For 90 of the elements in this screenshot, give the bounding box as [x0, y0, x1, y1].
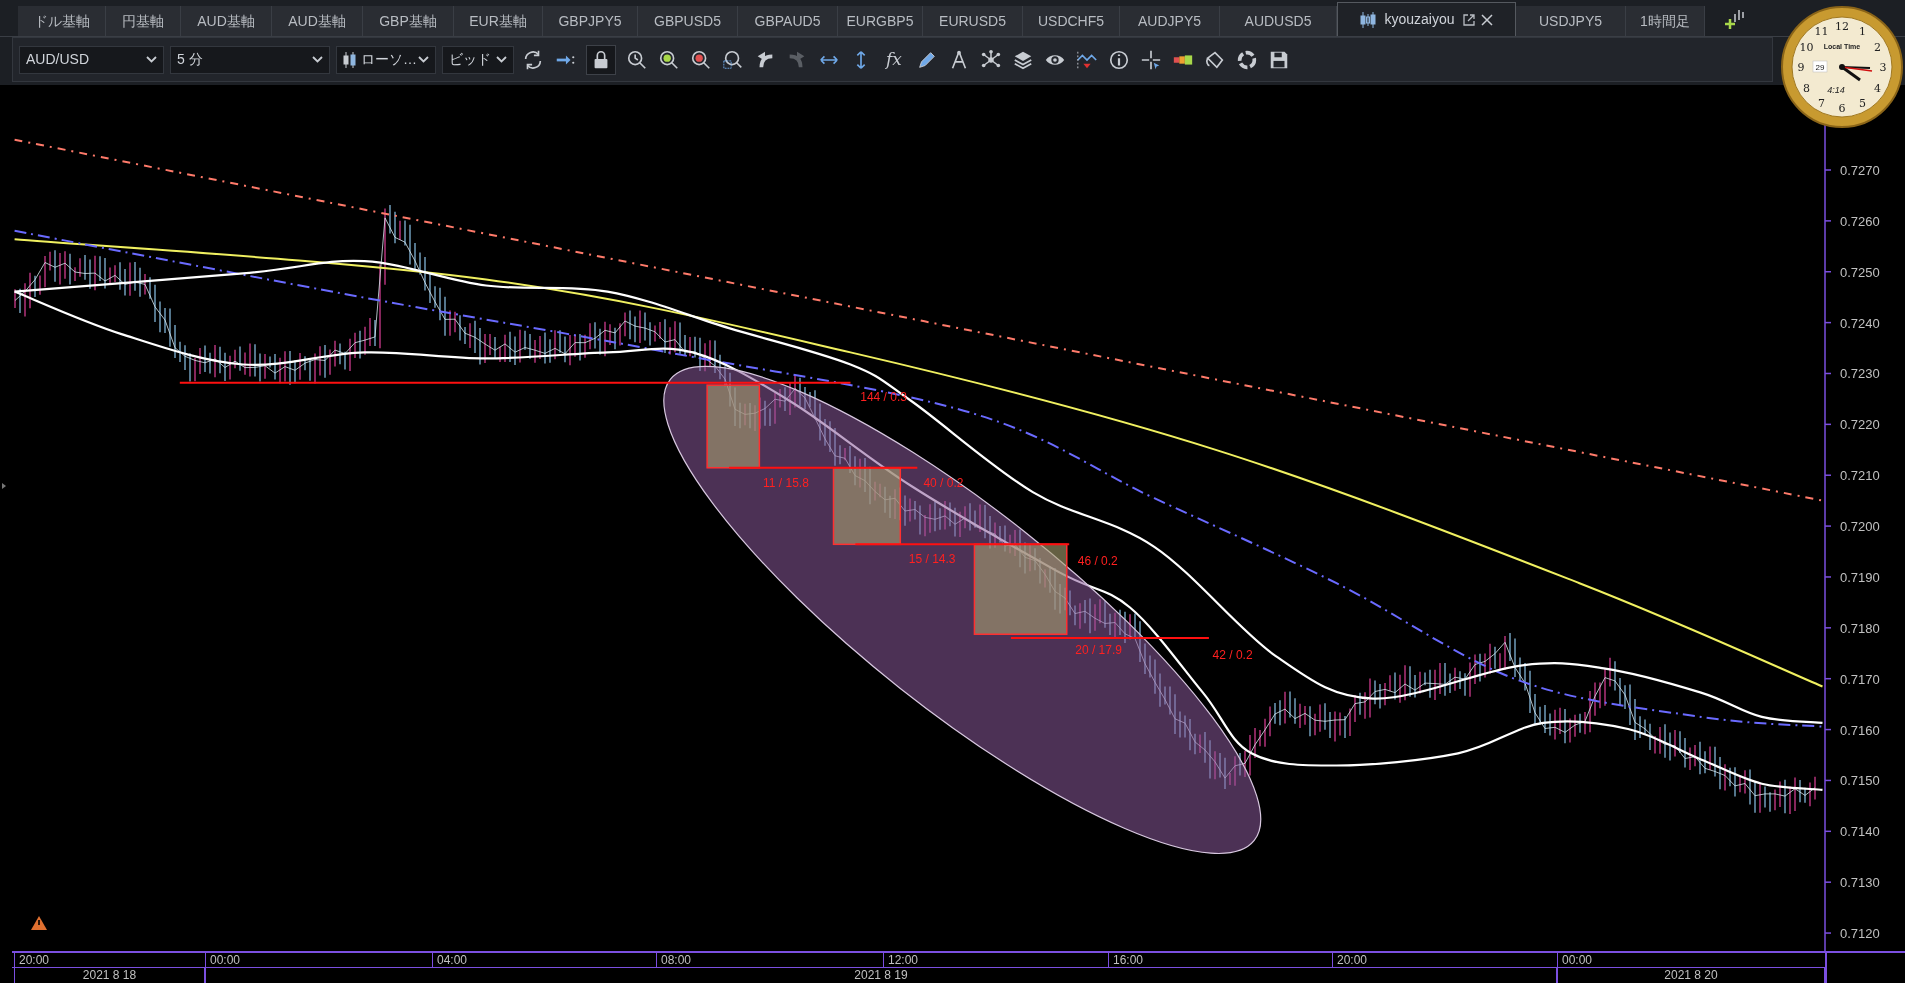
- clock-numeral: 8: [1803, 81, 1810, 95]
- price-label: 0.7120: [1840, 926, 1880, 942]
- close-icon[interactable]: [1480, 13, 1493, 26]
- price-label: 0.7170: [1840, 671, 1880, 687]
- price-label: 0.7210: [1840, 468, 1880, 484]
- tab[interactable]: AUD基軸: [272, 6, 363, 36]
- clock-numeral: 9: [1797, 61, 1805, 74]
- clock-time: 4:14: [1827, 85, 1845, 95]
- clock-numeral: 11: [1814, 25, 1829, 39]
- price-label: 0.7200: [1840, 519, 1880, 535]
- tab[interactable]: GBPAUD5: [738, 6, 838, 36]
- clock-numeral: 4: [1874, 81, 1881, 95]
- clock-hands-drawing: [1839, 64, 1873, 82]
- time-label: 12:00: [883, 953, 919, 967]
- tab[interactable]: GBPJPY5: [543, 6, 638, 36]
- refresh-icon[interactable]: [522, 48, 544, 71]
- annotation-label: 15 / 14.3: [908, 551, 956, 566]
- clock-numeral: 5: [1859, 96, 1866, 110]
- time-label: 20:00: [1332, 953, 1368, 967]
- ring-icon[interactable]: [1236, 48, 1258, 71]
- time-label: 00:00: [1557, 953, 1593, 967]
- caret-icon: [312, 56, 323, 63]
- dropdown[interactable]: AUD/USD: [19, 45, 164, 74]
- info-icon[interactable]: [1108, 48, 1130, 71]
- price-label: 0.7260: [1840, 213, 1880, 229]
- dropdown[interactable]: ビッド: [442, 45, 514, 74]
- tab[interactable]: EURUSD5: [923, 6, 1023, 36]
- date-label: 2021 8 18: [14, 968, 205, 983]
- candlestick-icon: [343, 50, 357, 69]
- tab[interactable]: AUD基軸: [181, 6, 272, 36]
- price-label: 0.7180: [1840, 620, 1880, 636]
- tab[interactable]: 1時間足: [1626, 6, 1705, 36]
- clock-numeral: 6: [1838, 102, 1846, 115]
- candlestick-icon: [1360, 10, 1377, 29]
- clock-numeral: 7: [1818, 96, 1825, 110]
- tab[interactable]: EURGBP5: [838, 6, 923, 36]
- zoom-area-icon[interactable]: [722, 48, 744, 71]
- dropdown[interactable]: 5 分: [170, 45, 330, 74]
- zoom-in-icon[interactable]: [658, 48, 680, 71]
- dropdown[interactable]: ローソ…: [336, 45, 436, 74]
- function-button[interactable]: fx: [881, 45, 907, 74]
- caret-icon: [146, 56, 157, 63]
- tab[interactable]: GBPUSD5: [638, 6, 738, 36]
- warning-icon: [31, 916, 47, 930]
- time-label: 04:00: [432, 953, 468, 967]
- tab[interactable]: USDJPY5: [1516, 6, 1626, 36]
- price-label: 0.7250: [1840, 264, 1880, 280]
- resize-handle-icon[interactable]: [2, 483, 6, 489]
- zoom-out-icon[interactable]: [690, 48, 712, 71]
- popout-icon[interactable]: [1462, 13, 1475, 26]
- clock-numeral: 12: [1835, 20, 1849, 33]
- date-label: 2021 8 19: [205, 968, 1557, 983]
- clock-numeral: 2: [1874, 40, 1881, 54]
- time-label: 08:00: [656, 953, 692, 967]
- clock-magnifier-icon[interactable]: [626, 48, 648, 71]
- price-label: 0.7220: [1840, 417, 1880, 433]
- tab[interactable]: EUR基軸: [454, 6, 543, 36]
- tab[interactable]: 円基軸: [106, 6, 181, 36]
- tab[interactable]: ドル基軸: [18, 6, 106, 36]
- clock-numeral: 10: [1799, 40, 1814, 54]
- tab[interactable]: GBP基軸: [363, 6, 454, 36]
- price-label: 0.7150: [1840, 773, 1880, 789]
- tab[interactable]: USDCHF5: [1023, 6, 1120, 36]
- clock-date: 29: [1815, 63, 1825, 72]
- add-chart-icon[interactable]: [1723, 8, 1745, 30]
- annotation-label: 40 / 0.2: [923, 476, 964, 491]
- lock-button[interactable]: [586, 44, 616, 75]
- price-label: 0.7160: [1840, 722, 1880, 738]
- price-label: 0.7270: [1840, 163, 1880, 178]
- time-label: 20:00: [14, 953, 50, 967]
- clock-numeral: 1: [1859, 25, 1866, 39]
- price-label: 0.7240: [1840, 315, 1880, 331]
- time-label: 00:00: [205, 953, 241, 967]
- tab[interactable]: AUDJPY5: [1120, 6, 1220, 36]
- price-label: 0.7140: [1840, 824, 1880, 840]
- tab-label: kyouzaiyou: [1384, 10, 1455, 29]
- time-label: 16:00: [1108, 953, 1144, 967]
- annotation-label: 20 / 17.9: [1075, 642, 1122, 657]
- tab[interactable]: kyouzaiyou: [1337, 2, 1516, 36]
- clock-numeral: 3: [1879, 61, 1887, 74]
- annotation-label: 11 / 15.8: [763, 476, 809, 491]
- caret-icon: [418, 56, 429, 63]
- tab[interactable]: AUDUSD5: [1220, 6, 1337, 36]
- price-label: 0.7190: [1840, 569, 1880, 585]
- price-label: 0.7130: [1840, 875, 1880, 891]
- caret-icon: [496, 56, 507, 63]
- crosshair-icon[interactable]: [1140, 48, 1162, 71]
- annotation-label: 46 / 0.2: [1077, 553, 1118, 568]
- annotation-label: 42 / 0.2: [1212, 647, 1253, 662]
- price-label: 0.7230: [1840, 366, 1880, 382]
